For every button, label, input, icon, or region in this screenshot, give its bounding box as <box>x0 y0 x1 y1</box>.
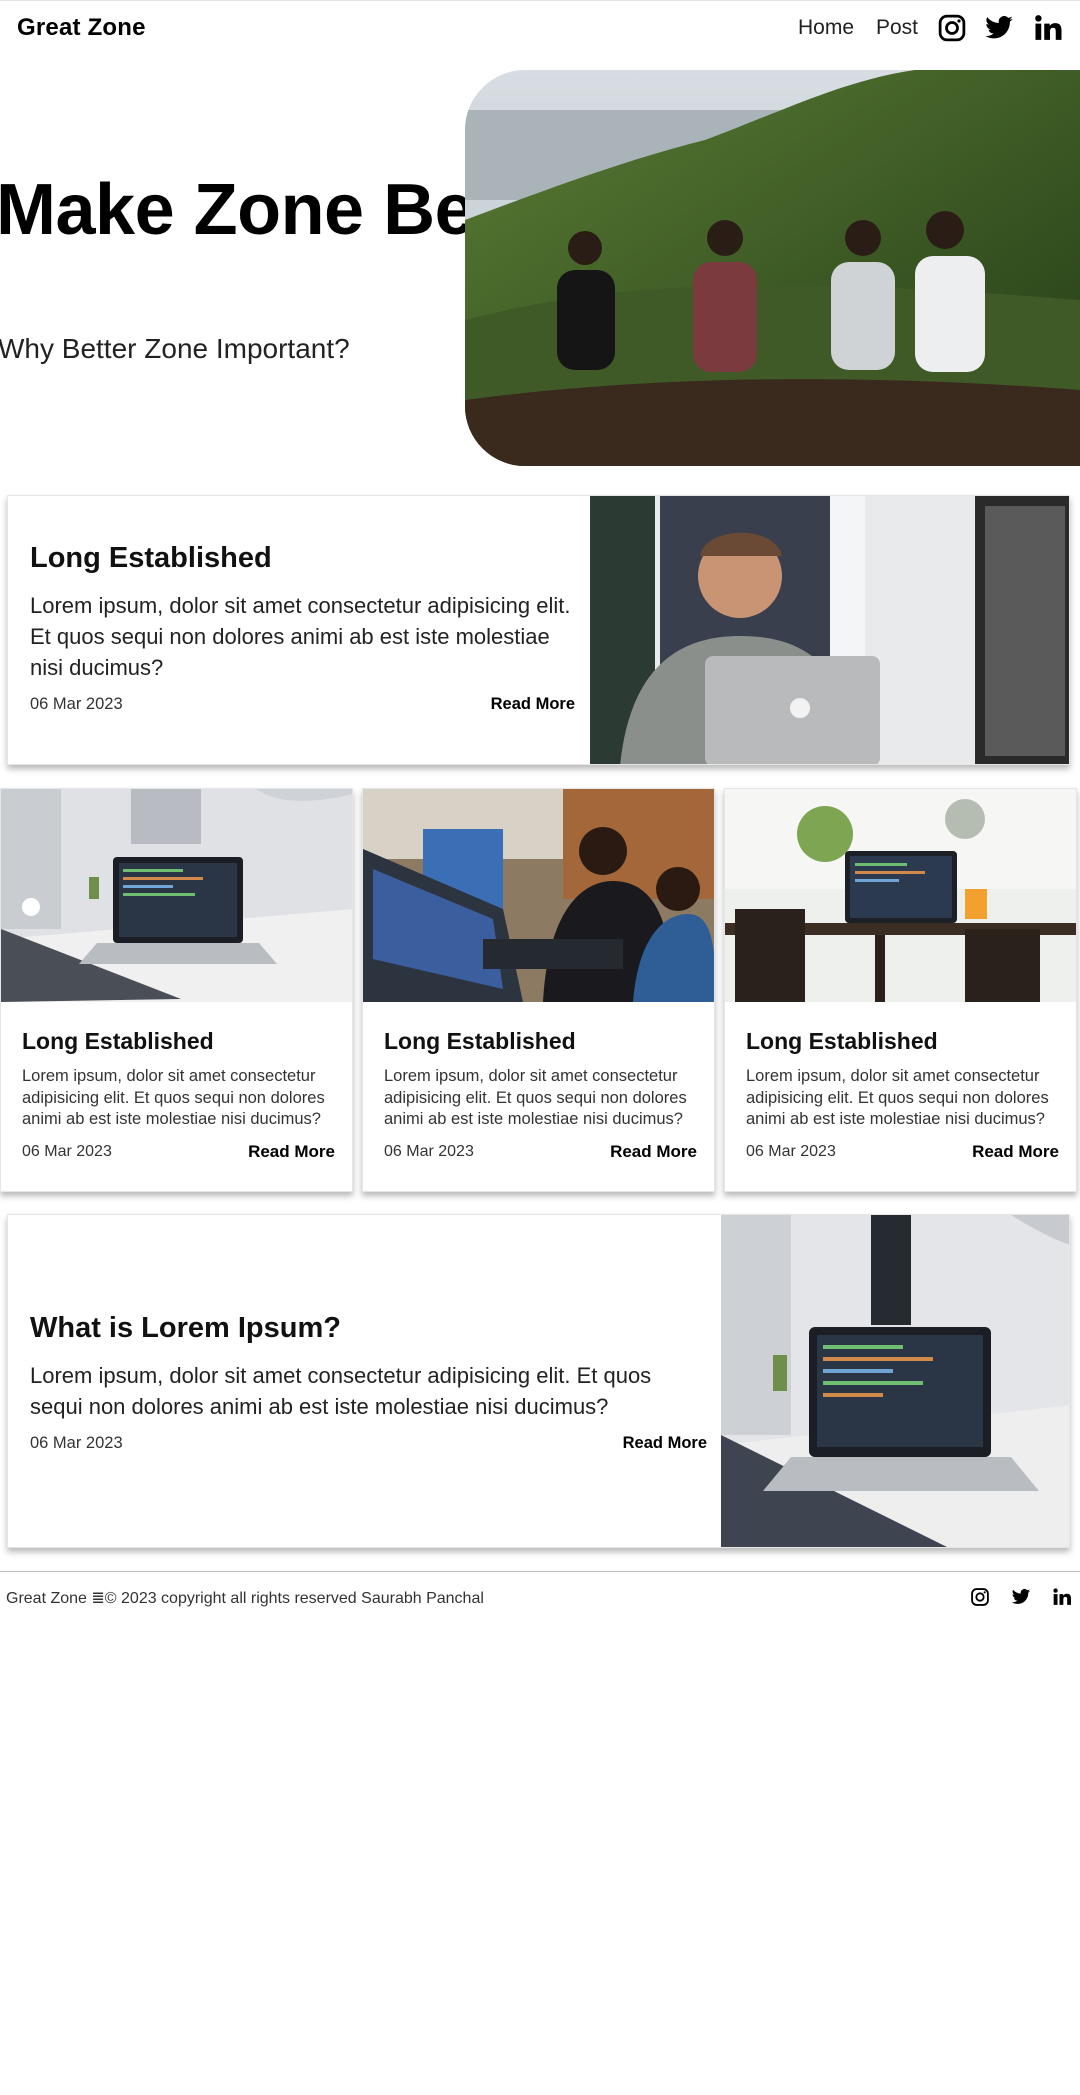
post-date: 06 Mar 2023 <box>746 1142 836 1160</box>
read-more-link[interactable]: Read More <box>623 1434 707 1453</box>
footer-copyright: Great Zone ≣© 2023 copyright all rights … <box>6 1590 484 1607</box>
post-content: Long Established Lorem ipsum, dolor sit … <box>22 1026 335 1162</box>
instagram-icon[interactable] <box>937 13 967 43</box>
post-meta: 06 Mar 2023 Read More <box>30 1434 707 1453</box>
post-card: Long Established Lorem ipsum, dolor sit … <box>724 788 1077 1192</box>
featured-post-image <box>590 496 1069 764</box>
read-more-link[interactable]: Read More <box>491 695 575 714</box>
post-image <box>725 789 1076 1002</box>
post-title: Long Established <box>746 1028 938 1054</box>
post-excerpt: Lorem ipsum, dolor sit amet consectetur … <box>746 1067 1049 1128</box>
post-date: 06 Mar 2023 <box>30 1434 123 1452</box>
post-card: Long Established Lorem ipsum, dolor sit … <box>0 788 353 1192</box>
read-more-link[interactable]: Read More <box>972 1142 1059 1162</box>
footer-divider <box>0 1571 1080 1572</box>
post-date: 06 Mar 2023 <box>384 1142 474 1160</box>
nav-home-link[interactable]: Home <box>798 16 854 40</box>
hero-subtitle: Why Better Zone Important? <box>0 333 350 364</box>
post-date: 06 Mar 2023 <box>22 1142 112 1160</box>
post-image <box>1 789 352 1002</box>
instagram-icon[interactable] <box>970 1587 990 1607</box>
linkedin-icon[interactable] <box>1033 13 1063 43</box>
bottom-post-card: What is Lorem Ipsum? Lorem ipsum, dolor … <box>7 1214 1070 1548</box>
bottom-post-image <box>721 1215 1069 1547</box>
post-image <box>363 789 714 1002</box>
post-excerpt: Lorem ipsum, dolor sit amet consectetur … <box>30 1363 652 1419</box>
post-content: Long Established Lorem ipsum, dolor sit … <box>746 1026 1059 1162</box>
post-date: 06 Mar 2023 <box>30 695 123 713</box>
bottom-post-content: What is Lorem Ipsum? Lorem ipsum, dolor … <box>30 1310 707 1453</box>
read-more-link[interactable]: Read More <box>248 1142 335 1162</box>
post-title: What is Lorem Ipsum? <box>30 1312 341 1344</box>
twitter-icon[interactable] <box>984 13 1014 43</box>
brand-logo[interactable]: Great Zone <box>17 14 146 42</box>
linkedin-icon[interactable] <box>1052 1587 1072 1607</box>
post-excerpt: Lorem ipsum, dolor sit amet consectetur … <box>22 1067 325 1128</box>
post-content: Long Established Lorem ipsum, dolor sit … <box>384 1026 697 1162</box>
hero-image <box>465 70 1080 466</box>
post-excerpt: Lorem ipsum, dolor sit amet consectetur … <box>384 1067 687 1128</box>
featured-post-card: Long Established Lorem ipsum, dolor sit … <box>7 495 1070 765</box>
post-meta: 06 Mar 2023 Read More <box>30 695 575 714</box>
post-card: Long Established Lorem ipsum, dolor sit … <box>362 788 715 1192</box>
twitter-icon[interactable] <box>1011 1587 1031 1607</box>
post-meta: 06 Mar 2023 Read More <box>22 1142 335 1162</box>
post-meta: 06 Mar 2023 Read More <box>746 1142 1059 1162</box>
post-excerpt: Lorem ipsum, dolor sit amet consectetur … <box>30 593 571 680</box>
nav-post-link[interactable]: Post <box>876 16 918 40</box>
post-title: Long Established <box>384 1028 576 1054</box>
post-meta: 06 Mar 2023 Read More <box>384 1142 697 1162</box>
read-more-link[interactable]: Read More <box>610 1142 697 1162</box>
post-title: Long Established <box>30 542 272 574</box>
navbar: Great Zone Home Post <box>0 0 1080 60</box>
post-title: Long Established <box>22 1028 214 1054</box>
featured-post-content: Long Established Lorem ipsum, dolor sit … <box>30 540 575 714</box>
